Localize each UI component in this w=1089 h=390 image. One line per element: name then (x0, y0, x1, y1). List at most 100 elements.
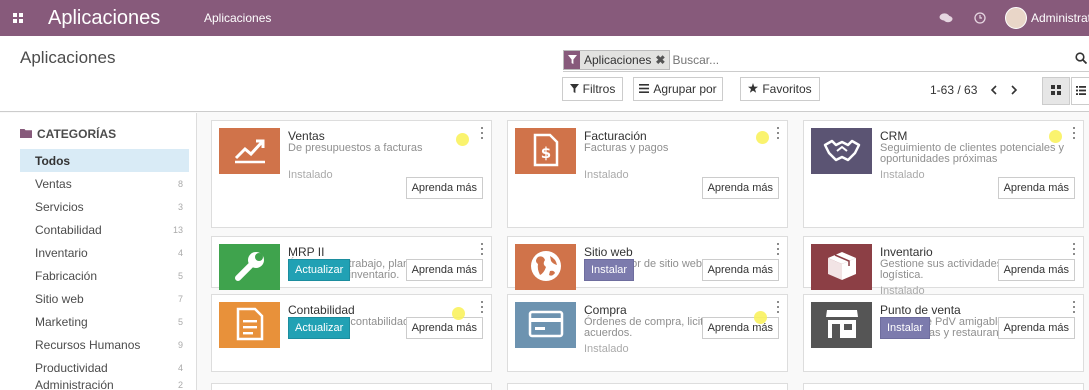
app-name: Facturación (584, 129, 647, 143)
app-status: Instalado (880, 169, 925, 181)
app-status: Instalado (288, 169, 333, 181)
category-label: Inventario (35, 245, 88, 260)
app-description: De presupuestos a facturas (288, 142, 423, 154)
app-card-sitio-web[interactable]: Sitio web Constructor de sitio web empre… (507, 236, 788, 290)
category-label: Marketing (35, 314, 88, 329)
categories-header-label: CATEGORÍAS (37, 127, 117, 141)
kebab-menu-icon[interactable] (1072, 243, 1076, 255)
category-item-contabilidad[interactable]: Contabilidad 13 (20, 218, 189, 241)
search-input[interactable] (672, 49, 1003, 70)
app-brand-title[interactable]: Aplicaciones (48, 7, 198, 30)
kebab-menu-icon[interactable] (776, 243, 780, 255)
category-label: Todos (35, 153, 71, 168)
highlight-dot (1049, 130, 1062, 143)
menu-item-aplicaciones[interactable]: Aplicaciones (204, 11, 271, 25)
filter-icon (564, 50, 580, 69)
groupby-button[interactable]: Agrupar por (633, 77, 723, 101)
kebab-menu-icon[interactable] (776, 127, 780, 139)
app-tile (219, 244, 280, 290)
category-count: 13 (172, 224, 183, 235)
category-item-servicios[interactable]: Servicios 3 (20, 195, 189, 218)
kebab-menu-icon[interactable] (480, 301, 484, 313)
chevron-left-icon[interactable] (985, 80, 1001, 100)
app-card-partial[interactable] (507, 383, 788, 390)
category-item-ventas[interactable]: Ventas 8 (20, 172, 189, 195)
favorites-label: Favoritos (762, 82, 812, 96)
top-navbar: Aplicaciones Aplicaciones Administrator (0, 0, 1089, 36)
learn-more-button[interactable]: Aprenda más (405, 259, 483, 281)
app-card-inventario[interactable]: Inventario Gestione sus actividades de s… (803, 236, 1084, 297)
app-card-partial[interactable] (803, 383, 1084, 390)
app-card-mrp-ii[interactable]: MRP II Órdenes de trabajo, planificación… (211, 236, 492, 290)
learn-more-button[interactable]: Aprenda más (997, 317, 1075, 339)
app-description: Facturas y pagos (584, 142, 669, 154)
filter-icon (569, 82, 579, 96)
category-label: Sitio web (35, 291, 84, 306)
app-tile (811, 244, 872, 290)
app-card-contabilidad[interactable]: Contabilidad Gestionar la contabilidad f… (211, 294, 492, 372)
pager-value[interactable]: 1-63 / 63 (930, 83, 977, 97)
app-card-compra[interactable]: Compra Órdenes de compra, licitaciones y… (507, 294, 788, 372)
svg-text:$: $ (540, 144, 550, 162)
category-count: 2 (177, 380, 183, 390)
grid-icon (1051, 84, 1061, 98)
learn-more-button[interactable]: Aprenda más (997, 177, 1075, 199)
category-item-marketing[interactable]: Marketing 5 (20, 310, 189, 333)
category-label: Contabilidad (35, 222, 102, 237)
app-tile (811, 128, 872, 174)
upgrade-button[interactable]: Actualizar (288, 259, 351, 281)
app-card-facturacion[interactable]: $ Facturación Facturas y pagos Instalado… (507, 120, 788, 228)
kebab-menu-icon[interactable] (776, 301, 780, 313)
category-item-fabricacion[interactable]: Fabricación 5 (20, 264, 189, 287)
learn-more-button[interactable]: Aprenda más (701, 177, 779, 199)
filters-button[interactable]: Filtros (562, 77, 623, 101)
category-item-inventario[interactable]: Inventario 4 (20, 241, 189, 264)
app-name: MRP II (288, 245, 325, 259)
favorites-button[interactable]: Favoritos (740, 77, 820, 101)
category-label: Fabricación (35, 268, 98, 283)
search-bar[interactable]: Aplicaciones ✖ (563, 48, 1089, 72)
upgrade-button[interactable]: Actualizar (288, 317, 351, 339)
chat-icon[interactable] (937, 9, 955, 27)
user-menu[interactable]: Administrator (1031, 11, 1089, 25)
chevron-right-icon[interactable] (1006, 80, 1022, 100)
shop-icon (824, 308, 860, 343)
facet-remove-icon[interactable]: ✖ (655, 53, 669, 67)
clock-icon[interactable] (971, 9, 989, 27)
category-item-administracion[interactable]: Administración 2 (20, 375, 189, 390)
highlight-dot (756, 131, 769, 144)
category-item-sitio-web[interactable]: Sitio web 7 (20, 287, 189, 310)
category-count: 7 (177, 293, 183, 304)
kebab-menu-icon[interactable] (1072, 127, 1076, 139)
kebab-menu-icon[interactable] (480, 243, 484, 255)
install-button[interactable]: Instalar (584, 259, 635, 281)
apps-grid-icon[interactable] (0, 0, 36, 36)
learn-more-button[interactable]: Aprenda más (997, 259, 1075, 281)
chart-up-icon (233, 136, 267, 167)
list-view-button[interactable] (1071, 77, 1089, 105)
install-button[interactable]: Instalar (880, 317, 931, 339)
kebab-menu-icon[interactable] (1072, 301, 1076, 313)
learn-more-button[interactable]: Aprenda más (701, 259, 779, 281)
app-card-crm[interactable]: CRM Seguimiento de clientes potenciales … (803, 120, 1084, 228)
learn-more-button[interactable]: Aprenda más (405, 177, 483, 199)
category-count: 9 (177, 339, 183, 350)
search-icon[interactable] (1075, 52, 1088, 67)
category-count: 4 (177, 247, 183, 258)
kanban-view-button[interactable] (1042, 77, 1070, 105)
app-card-ventas[interactable]: Ventas De presupuestos a facturas Instal… (211, 120, 492, 228)
app-card-punto-de-venta[interactable]: Punto de venta Interfaz de PdV amigable … (803, 294, 1084, 372)
groupby-label: Agrupar por (653, 82, 717, 96)
category-item-todos[interactable]: Todos (20, 149, 189, 172)
kebab-menu-icon[interactable] (480, 127, 484, 139)
document-icon (236, 307, 264, 344)
app-card-partial[interactable] (211, 383, 492, 390)
app-name: CRM (880, 129, 908, 143)
folder-icon (20, 127, 32, 141)
category-item-recursos-humanos[interactable]: Recursos Humanos 9 (20, 333, 189, 356)
learn-more-button[interactable]: Aprenda más (701, 317, 779, 339)
filters-label: Filtros (582, 82, 616, 96)
learn-more-button[interactable]: Aprenda más (405, 317, 483, 339)
category-label: Recursos Humanos (35, 337, 141, 352)
avatar[interactable] (1005, 7, 1027, 29)
